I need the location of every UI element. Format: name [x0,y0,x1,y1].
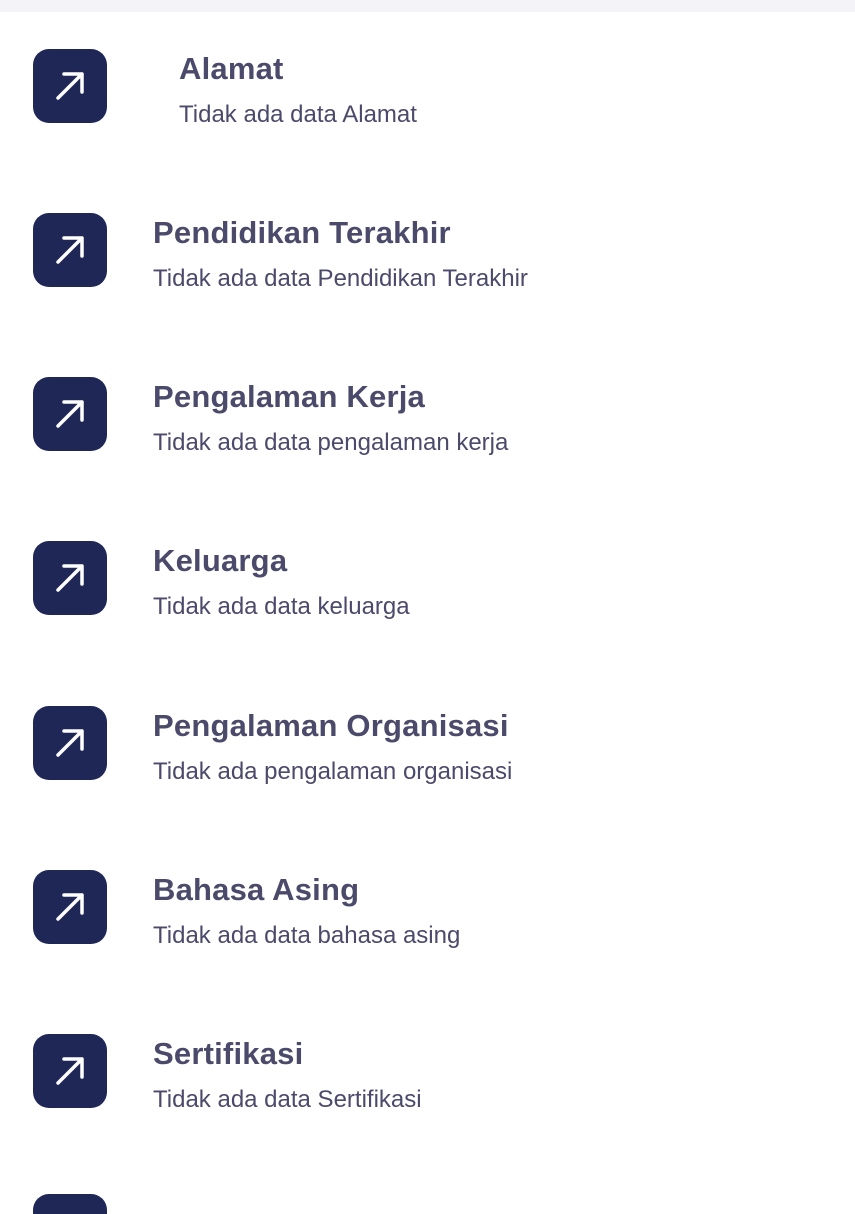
section-subtitle: Tidak ada data pengalaman kerja [153,429,509,456]
section-title: Pendidikan Terakhir [153,215,451,250]
arrow-up-right-icon[interactable] [33,1034,107,1108]
section-subtitle: Tidak ada data Alamat [179,101,417,128]
section-title: Bahasa Asing [153,872,360,907]
arrow-up-right-icon[interactable] [33,706,107,780]
section-item-pengalaman-kerja[interactable]: Pengalaman Kerja Tidak ada data pengalam… [0,377,855,497]
section-item-keluarga[interactable]: Keluarga Tidak ada data keluarga [0,541,855,661]
arrow-up-right-icon[interactable] [33,870,107,944]
arrow-up-right-icon[interactable] [33,541,107,615]
section-subtitle: Tidak ada data Sertifikasi [153,1086,422,1113]
arrow-up-right-icon[interactable] [33,213,107,287]
section-subtitle: Tidak ada pengalaman organisasi [153,758,513,785]
section-item-bahasa-asing[interactable]: Bahasa Asing Tidak ada data bahasa asing [0,870,855,990]
section-subtitle: Tidak ada data Pendidikan Terakhir [153,265,528,292]
arrow-up-right-icon[interactable] [33,49,107,123]
next-section-icon-partial[interactable] [33,1194,107,1214]
section-subtitle: Tidak ada data keluarga [153,593,410,620]
profile-section-list: Alamat Tidak ada data Alamat Pendidikan … [0,0,855,1214]
section-item-pendidikan-terakhir[interactable]: Pendidikan Terakhir Tidak ada data Pendi… [0,213,855,333]
arrow-up-right-icon[interactable] [33,377,107,451]
section-title: Sertifikasi [153,1036,304,1071]
section-item-pengalaman-organisasi[interactable]: Pengalaman Organisasi Tidak ada pengalam… [0,706,855,826]
section-subtitle: Tidak ada data bahasa asing [153,922,461,949]
section-title: Keluarga [153,543,288,578]
section-item-sertifikasi[interactable]: Sertifikasi Tidak ada data Sertifikasi [0,1034,855,1154]
section-title: Alamat [179,51,284,86]
section-title: Pengalaman Kerja [153,379,425,414]
section-item-alamat[interactable]: Alamat Tidak ada data Alamat [0,49,855,169]
section-title: Pengalaman Organisasi [153,708,509,743]
